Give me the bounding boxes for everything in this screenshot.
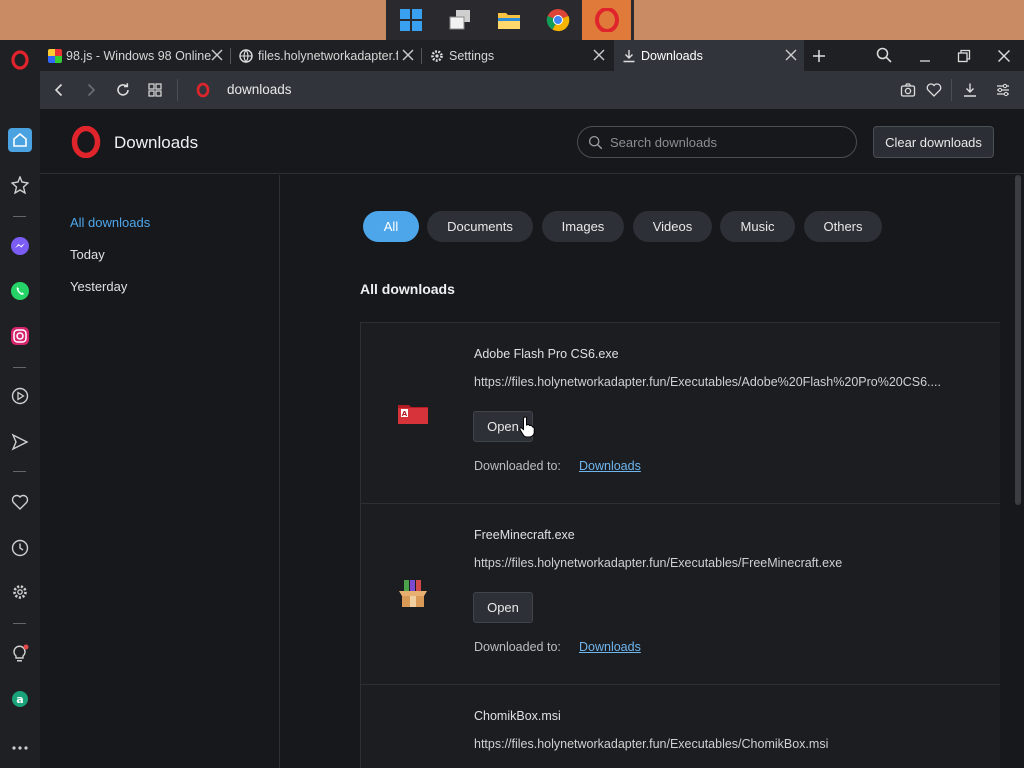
search-placeholder: Search downloads	[610, 135, 717, 150]
filter-all[interactable]: All	[363, 211, 419, 242]
snapshot-camera-icon[interactable]	[899, 81, 917, 99]
downloads-icon[interactable]	[961, 81, 979, 99]
filter-music[interactable]: Music	[720, 211, 795, 242]
tab-close-icon[interactable]	[210, 48, 224, 62]
open-button[interactable]: Open	[473, 592, 533, 623]
tab-title: 98.js - Windows 98 Online	[66, 48, 212, 63]
filter-images[interactable]: Images	[542, 211, 624, 242]
sidebar-divider	[13, 471, 26, 472]
clear-downloads-button[interactable]: Clear downloads	[873, 126, 994, 158]
history-clock-icon[interactable]	[8, 536, 32, 560]
new-tab-plus-icon[interactable]	[811, 48, 827, 64]
tab-downloads[interactable]: Downloads	[614, 40, 804, 71]
nav-today[interactable]: Today	[70, 247, 105, 262]
download-arrow-icon	[622, 49, 636, 63]
svg-text:A: A	[402, 410, 408, 418]
instagram-icon[interactable]	[8, 324, 32, 348]
file-name[interactable]: FreeMinecraft.exe	[474, 528, 575, 542]
reload-icon[interactable]	[114, 81, 132, 99]
back-arrow-icon[interactable]	[50, 81, 68, 99]
address-bar: downloads	[40, 71, 1024, 109]
more-dots-icon[interactable]	[8, 736, 32, 760]
windows-start-icon[interactable]	[386, 0, 435, 40]
tab-files[interactable]: files.holynetworkadapter.f	[231, 40, 421, 71]
bookmark-heart-icon[interactable]	[925, 81, 943, 99]
flash-file-icon: A	[397, 397, 429, 429]
hand-cursor-icon	[519, 416, 535, 438]
tab-bar: 98.js - Windows 98 Online files.holynetw…	[40, 40, 1024, 71]
send-icon[interactable]	[8, 430, 32, 454]
file-url: https://files.holynetworkadapter.fun/Exe…	[474, 737, 829, 751]
chrome-icon[interactable]	[533, 0, 582, 40]
sidebar-divider	[13, 216, 26, 217]
opera-page-icon	[194, 81, 212, 99]
settings-gear-icon[interactable]	[8, 580, 32, 604]
close-window-icon[interactable]	[996, 48, 1012, 64]
tab-title: Settings	[449, 48, 495, 63]
heart-icon[interactable]	[8, 490, 32, 514]
gear-icon	[430, 49, 444, 63]
tab-grid-icon[interactable]	[146, 81, 164, 99]
downloads-header: Downloads Search downloads Clear downloa…	[40, 109, 1024, 174]
download-item: FreeMinecraft.exe https://files.holynetw…	[360, 503, 1000, 685]
download-item: ChomikBox.msi https://files.holynetworka…	[360, 684, 1000, 768]
player-icon[interactable]	[8, 384, 32, 408]
whatsapp-icon[interactable]	[8, 279, 32, 303]
downloads-folder-link[interactable]: Downloads	[579, 459, 641, 473]
tab-close-icon[interactable]	[784, 48, 798, 62]
restore-window-icon[interactable]	[956, 48, 972, 64]
minimize-icon[interactable]	[917, 48, 933, 64]
page-title: Downloads	[114, 133, 199, 152]
opera-taskbar-icon[interactable]	[582, 0, 631, 40]
sidebar-divider	[13, 623, 26, 624]
tab-close-icon[interactable]	[592, 48, 606, 62]
filter-videos[interactable]: Videos	[633, 211, 712, 242]
downloads-nav: All downloads Today Yesterday	[40, 175, 280, 768]
search-input[interactable]: Search downloads	[577, 126, 857, 158]
address-divider	[951, 79, 952, 101]
os-taskbar	[0, 0, 1024, 40]
opera-logo-icon	[70, 125, 102, 159]
nav-yesterday[interactable]: Yesterday	[70, 279, 127, 294]
tab-close-icon[interactable]	[401, 48, 415, 62]
address-divider	[177, 79, 178, 101]
tab-98js[interactable]: 98.js - Windows 98 Online	[40, 40, 230, 71]
lightbulb-icon[interactable]	[8, 642, 32, 666]
page-scrollbar[interactable]	[1015, 175, 1021, 505]
downloaded-to-label: Downloaded to:	[474, 459, 561, 473]
task-view-icon[interactable]	[435, 0, 484, 40]
url-field[interactable]: downloads	[227, 82, 292, 97]
easy-setup-icon[interactable]	[994, 81, 1012, 99]
tab-title: files.holynetworkadapter.f	[258, 48, 398, 63]
file-name[interactable]: ChomikBox.msi	[474, 709, 561, 723]
forward-arrow-icon[interactable]	[82, 81, 100, 99]
aria-icon[interactable]: a	[8, 687, 32, 711]
sidebar-divider	[13, 367, 26, 368]
search-icon	[588, 135, 603, 150]
globe-icon	[239, 48, 253, 63]
opera-sidebar: a	[0, 40, 40, 768]
installer-box-icon	[397, 578, 429, 610]
filter-documents[interactable]: Documents	[427, 211, 533, 242]
tab-settings[interactable]: Settings	[422, 40, 612, 71]
search-tabs-icon[interactable]	[875, 46, 893, 64]
opera-menu-icon[interactable]	[8, 48, 32, 72]
file-url: https://files.holynetworkadapter.fun/Exe…	[474, 556, 843, 570]
taskbar-apps	[386, 0, 634, 40]
file-url: https://files.holynetworkadapter.fun/Exe…	[474, 375, 941, 389]
nav-all-downloads[interactable]: All downloads	[70, 215, 150, 230]
downloaded-to-label: Downloaded to:	[474, 640, 561, 654]
home-icon[interactable]	[8, 128, 32, 152]
tab-title: Downloads	[641, 48, 703, 63]
file-name[interactable]: Adobe Flash Pro CS6.exe	[474, 347, 619, 361]
svg-text:a: a	[16, 693, 23, 706]
download-item: A Adobe Flash Pro CS6.exe https://files.…	[360, 322, 1000, 504]
pinboards-icon[interactable]	[8, 173, 32, 197]
file-explorer-icon[interactable]	[484, 0, 533, 40]
filter-others[interactable]: Others	[804, 211, 882, 242]
downloads-folder-link[interactable]: Downloads	[579, 640, 641, 654]
tab-favicon-icon	[48, 48, 62, 63]
messenger-icon[interactable]	[8, 234, 32, 258]
section-title: All downloads	[360, 281, 455, 297]
